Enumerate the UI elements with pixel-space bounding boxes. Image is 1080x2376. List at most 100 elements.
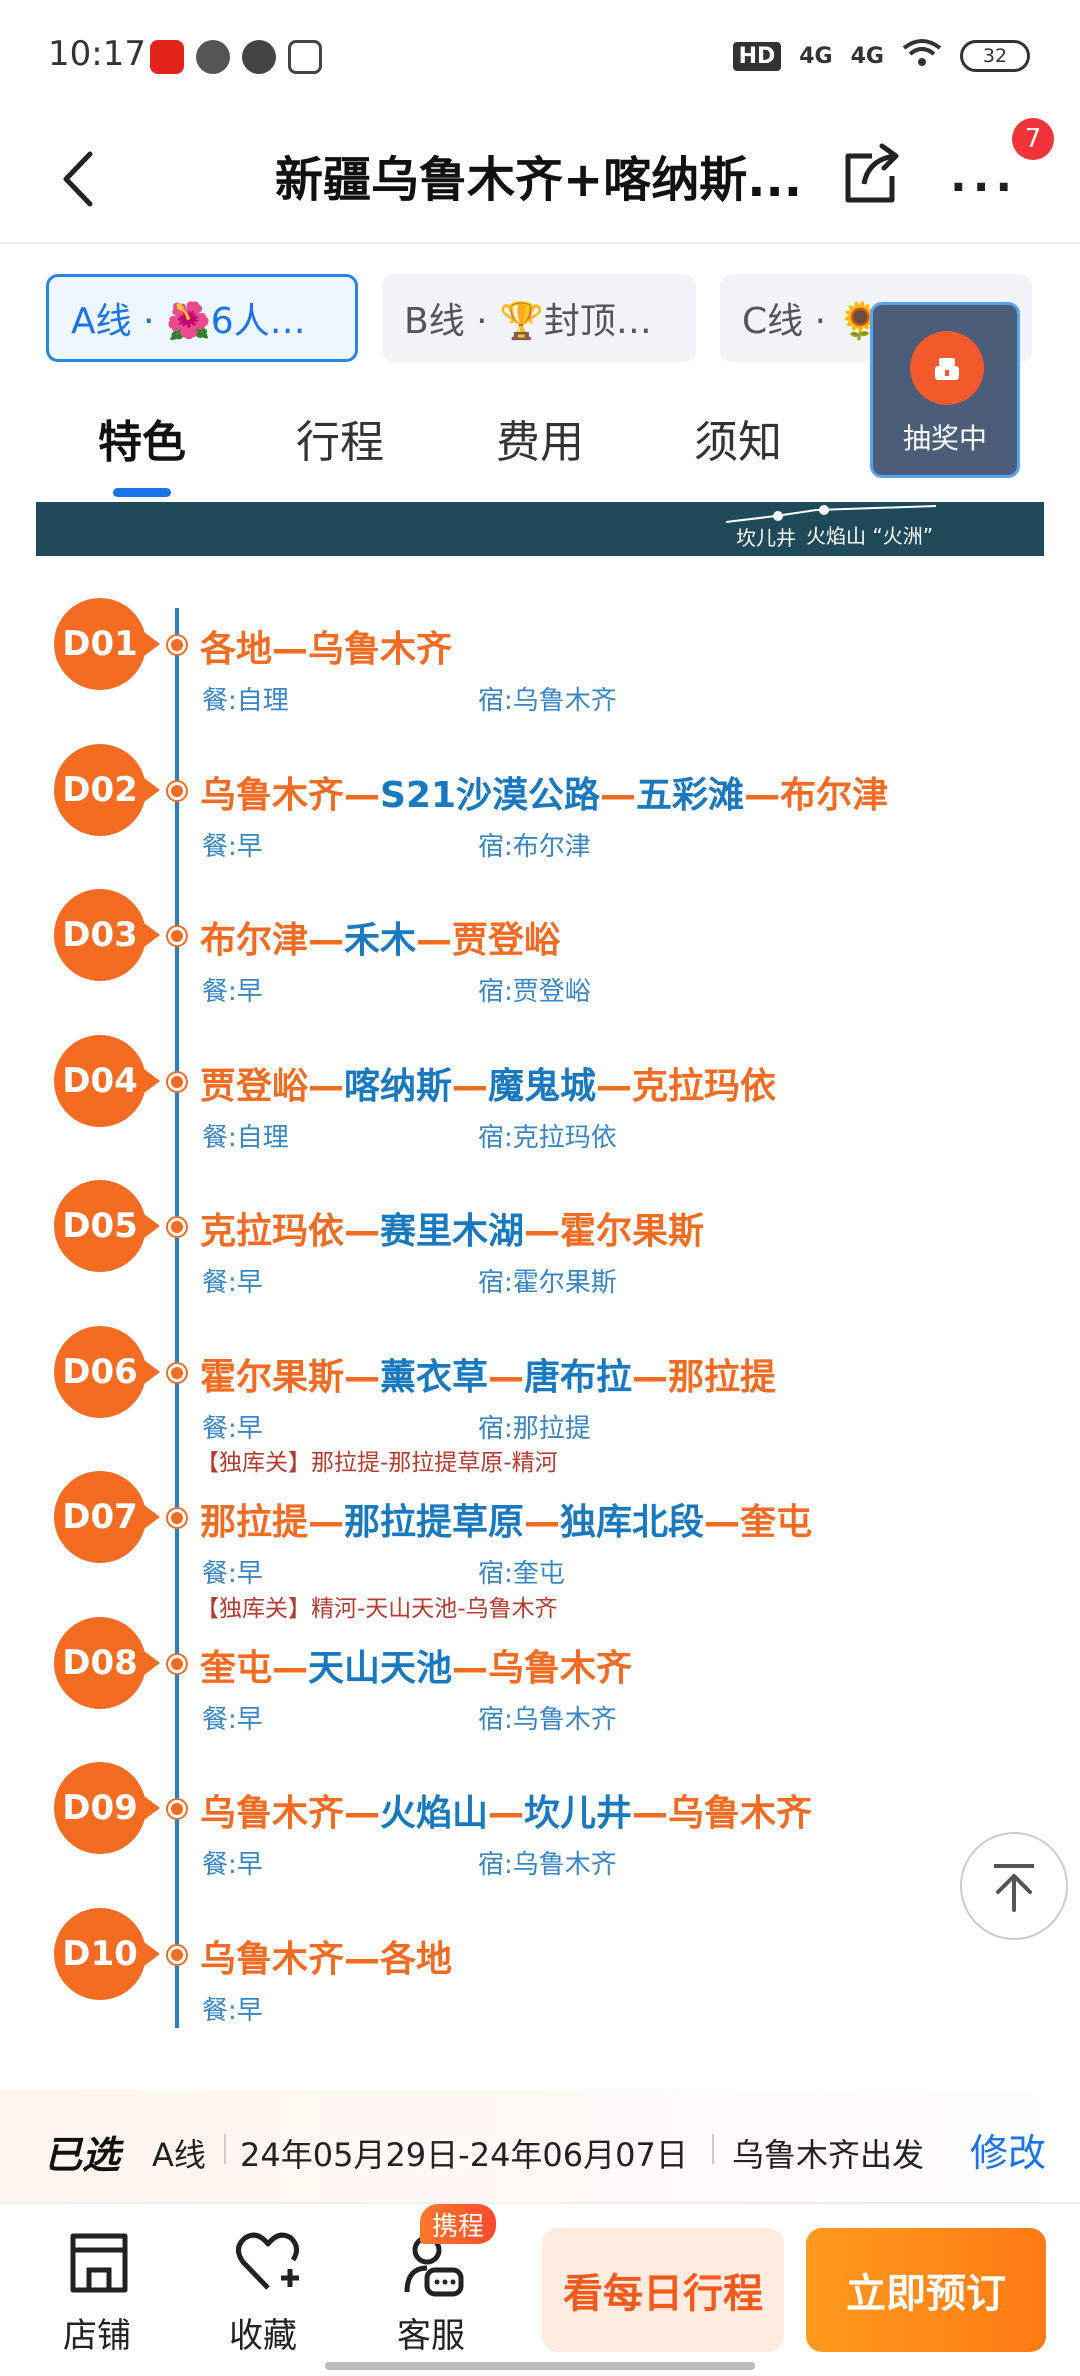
route-stop: 唐布拉	[524, 1356, 633, 1398]
chip-line-a[interactable]: A线 · 🌺6人…	[46, 274, 358, 362]
day-stay: 宿:布尔津	[478, 831, 591, 862]
route-separator: —	[272, 1647, 309, 1689]
route-stop: 布尔津	[780, 774, 889, 816]
day-route: 各地—乌鲁木齐	[200, 620, 452, 672]
itinerary-day: D01 各地—乌鲁木齐 餐:自理 宿:乌鲁木齐	[0, 598, 1080, 738]
signal-4g-2: 4G	[850, 43, 884, 69]
route-stop: 薰衣草	[380, 1356, 489, 1398]
day-route: 乌鲁木齐—各地	[200, 1930, 452, 1982]
day-route: 布尔津—禾木—贾登峪	[200, 911, 560, 963]
store-icon	[70, 2233, 128, 2293]
lottery-float-button[interactable]: 抽奖中	[870, 302, 1020, 478]
route-stop: 乌鲁木齐	[200, 1938, 345, 1980]
bilibili-icon	[288, 40, 322, 74]
active-tab-indicator	[113, 488, 171, 497]
day-badge: D05	[54, 1180, 160, 1272]
route-separator: —	[744, 774, 781, 816]
route-separator: —	[344, 1938, 381, 1980]
timeline-dot	[168, 1945, 186, 1964]
route-stop: 贾登峪	[452, 920, 561, 961]
departure-city: 乌鲁木齐出发	[732, 2136, 925, 2174]
route-stop: 克拉玛依	[200, 1211, 345, 1252]
route-stop: 乌鲁木齐	[308, 629, 453, 670]
day-stay: 宿:乌鲁木齐	[478, 1850, 617, 1880]
map-label-flaming-mountain: 火焰山 “火洲”	[806, 524, 934, 548]
customer-service-button[interactable]: 客服	[376, 2228, 486, 2358]
day-badge: D02	[54, 743, 160, 836]
day-stay: 宿:乌鲁木齐	[478, 686, 617, 716]
day-stay: 宿:克拉玛依	[478, 1122, 617, 1153]
tab-features[interactable]: 特色	[98, 406, 186, 470]
favorite-label: 收藏	[229, 2316, 297, 2356]
home-indicator[interactable]	[325, 2362, 755, 2370]
route-stop: 五彩滩	[636, 774, 745, 816]
edit-selection-button[interactable]: 修改	[970, 2122, 1046, 2177]
day-meal: 餐:早	[202, 1268, 263, 1298]
route-stop: 克拉玛依	[632, 1065, 777, 1107]
notification-badge: 7	[1012, 118, 1054, 160]
route-stop: S21沙漠公路	[380, 774, 601, 816]
route-separator: —	[308, 1065, 345, 1107]
route-separator: —	[344, 1211, 381, 1252]
timeline-dot	[168, 1363, 186, 1382]
day-meal: 餐:早	[202, 1559, 263, 1589]
itinerary-day: D08 【独库关】精河-天山天池-乌鲁木齐 奎屯—天山天池—乌鲁木齐 餐:早 宿:乌鲁木…	[0, 1596, 1080, 1757]
tab-notice[interactable]: 须知	[694, 406, 782, 470]
route-separator: —	[632, 1793, 669, 1834]
status-bar: 10:17 HD 4G 4G 32	[0, 0, 1080, 110]
day-meal: 餐:早	[202, 1850, 263, 1880]
day-meal: 餐:早	[202, 1704, 263, 1735]
heart-plus-icon	[236, 2232, 299, 2290]
itinerary-day: D04 贾登峪—喀纳斯—魔鬼城—克拉玛依 餐:自理 宿:克拉玛依	[0, 1034, 1080, 1175]
wechat-icon	[196, 40, 230, 74]
chip-line-b[interactable]: B线 · 🏆封顶…	[382, 274, 696, 362]
view-daily-itinerary-button[interactable]: 看每日行程	[542, 2228, 784, 2352]
bottom-action-bar: 店铺 收藏 客服 携程 看每日行程 立即预订	[0, 2202, 1080, 2376]
customer-service-label: 客服	[397, 2316, 465, 2356]
day-stay: 宿:乌鲁木齐	[478, 1704, 617, 1735]
arrow-up-icon	[994, 1864, 1034, 1912]
route-stop: 那拉提草原	[344, 1502, 525, 1543]
route-separator: —	[344, 774, 381, 816]
message-icon	[242, 40, 276, 74]
day-stay: 宿:那拉提	[478, 1413, 591, 1444]
route-separator: —	[308, 1502, 345, 1543]
selected-line: A线	[152, 2136, 206, 2174]
day-route: 霍尔果斯—薰衣草—唐布拉—那拉提	[200, 1348, 776, 1400]
route-stop: 乌鲁木齐	[668, 1793, 813, 1834]
route-stop: 喀纳斯	[344, 1065, 453, 1107]
day-route: 贾登峪—喀纳斯—魔鬼城—克拉玛依	[200, 1057, 776, 1109]
timeline-dot	[168, 1654, 186, 1673]
back-to-top-button[interactable]	[960, 1832, 1068, 1940]
route-separator: —	[600, 774, 637, 816]
netease-music-icon	[150, 40, 184, 74]
route-separator: —	[704, 1502, 741, 1543]
back-button[interactable]	[50, 144, 110, 214]
selected-label: 已选	[44, 2133, 121, 2177]
route-separator: —	[452, 1065, 489, 1107]
day-badge: D10	[54, 1907, 160, 2000]
tab-cost[interactable]: 费用	[496, 406, 584, 470]
book-now-button[interactable]: 立即预订	[806, 2228, 1046, 2352]
favorite-button[interactable]: 收藏	[208, 2228, 318, 2358]
more-button[interactable]: ···	[950, 162, 1030, 213]
route-separator: —	[524, 1211, 561, 1252]
route-separator: —	[344, 1793, 381, 1834]
day-badge: D07	[54, 1471, 160, 1563]
route-stop: 坎儿井	[524, 1793, 633, 1834]
gift-icon	[910, 331, 984, 405]
divider	[712, 2134, 714, 2164]
selection-summary-bar: 已选 A线 24年05月29日-24年06月07日 乌鲁木齐出发 修改	[0, 2090, 1080, 2202]
day-meal: 餐:自理	[202, 686, 289, 716]
route-stop: 奎屯	[740, 1502, 813, 1543]
timeline-dot	[168, 927, 186, 945]
timeline-dot	[168, 1072, 186, 1091]
share-icon	[845, 143, 899, 203]
tab-itinerary[interactable]: 行程	[296, 406, 384, 470]
route-map-image: 坎儿井 火焰山 “火洲”	[36, 502, 1044, 556]
timeline-dot	[168, 781, 186, 800]
store-label: 店铺	[63, 2316, 131, 2356]
share-button[interactable]	[838, 140, 902, 210]
day-meal: 餐:早	[202, 977, 263, 1007]
store-button[interactable]: 店铺	[42, 2228, 152, 2358]
